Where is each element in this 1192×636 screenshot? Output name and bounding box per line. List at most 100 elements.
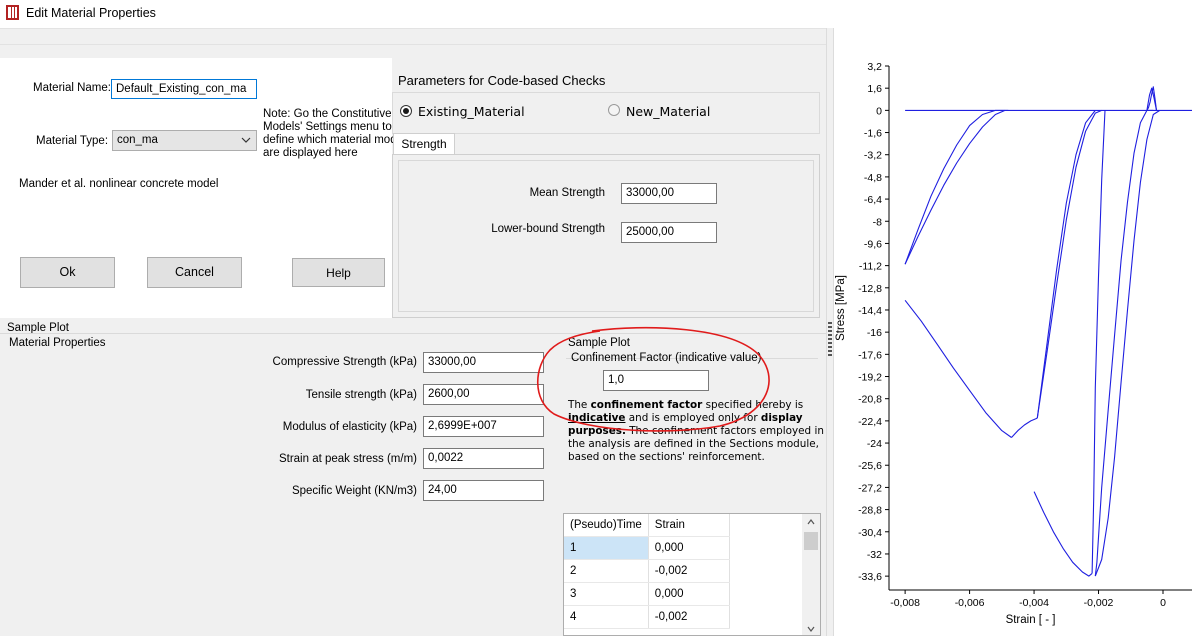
y-tick-label: 3,2 [867,61,882,73]
y-tick-label: -1,6 [864,128,882,140]
x-tick-label: -0,006 [955,597,985,609]
y-tick-label: -12,8 [858,283,882,295]
table-row[interactable]: 1 0,000 [564,536,730,560]
table-scrollbar[interactable] [802,514,820,635]
y-tick-label: 1,6 [867,83,882,95]
x-axis-title: Strain [ - ] [1006,614,1056,626]
modulus-elasticity-input[interactable]: 2,6999E+007 [423,416,544,437]
x-tick-label: -0,004 [1019,597,1049,609]
table-cell[interactable]: 0,000 [648,582,730,606]
y-tick-label: -30,4 [858,527,882,539]
mean-strength-input[interactable]: 33000,00 [621,183,717,204]
series-line [904,109,1006,265]
note-text: the analysis are defined in the Sections… [568,438,819,450]
note-text: based on the sections' reinforcement. [568,451,765,463]
table-header: Strain [648,514,730,537]
compressive-strength-input[interactable]: 33000,00 [423,352,544,373]
chevron-down-icon [241,137,251,143]
red-annotation-circle [536,326,770,432]
table-cell[interactable]: 1 [564,536,649,560]
y-tick-label: -28,8 [858,505,882,517]
y-tick-label: -16 [867,327,882,339]
y-tick-label: -14,4 [858,305,882,317]
models-note-line: Note: Go the Constitutive [263,108,392,120]
specific-weight-input[interactable]: 24,00 [423,480,544,501]
scroll-thumb[interactable] [804,532,818,550]
ok-button[interactable]: Ok [20,257,115,288]
code-checks-title: Parameters for Code-based Checks [398,73,606,88]
code-checks-group: Parameters for Code-based Checks Existin… [392,68,820,318]
material-name-label: Material Name: [33,82,111,94]
series-line [1091,110,1106,574]
window-title: Edit Material Properties [26,6,156,20]
title-bar: Edit Material Properties [0,0,1192,29]
strength-inner-box [398,160,814,312]
model-description: Mander et al. nonlinear concrete model [19,178,219,190]
tab-strength[interactable]: Strength [393,133,455,154]
models-note-line: define which material mode [263,134,393,146]
splitter-grip-icon [828,322,832,356]
y-tick-label: -33,6 [858,571,882,583]
series-line [1036,109,1102,419]
modulus-elasticity-label: Modulus of elasticity (kPa) [282,421,417,433]
y-axis-title: Stress [MPa] [835,275,847,341]
radio-new-label: New_Material [626,104,711,119]
time-strain-table[interactable]: (Pseudo)Time Strain 1 0,000 2 -0,002 3 0… [563,513,821,636]
radio-existing-label: Existing_Material [418,104,525,119]
y-tick-label: -27,2 [858,482,882,494]
lower-bound-input[interactable]: 25000,00 [621,222,717,243]
x-tick-label: -0,008 [890,597,920,609]
models-note-line: Models' Settings menu to [263,121,392,133]
models-note-line: are displayed here [263,147,358,159]
table-cell[interactable]: -0,002 [648,559,730,583]
table-cell[interactable]: -0,002 [648,605,730,629]
y-tick-label: -4,8 [864,172,882,184]
y-tick-label: -6,4 [864,194,882,206]
material-type-select[interactable]: con_ma [112,130,257,151]
table-cell[interactable]: 3 [564,582,649,606]
y-tick-label: -24 [867,438,882,450]
table-row[interactable]: 2 -0,002 [564,559,730,583]
cancel-button[interactable]: Cancel [147,257,242,288]
strain-peak-stress-label: Strain at peak stress (m/m) [278,453,417,465]
compressive-strength-label: Compressive Strength (kPa) [272,356,417,368]
table-row[interactable]: 4 -0,002 [564,605,730,629]
y-tick-label: -32 [867,549,882,561]
series-line [1011,417,1038,438]
specific-weight-label: Specific Weight (KN/m3) [291,485,417,497]
y-tick-label: -3,2 [864,150,882,162]
y-tick-label: -17,6 [858,349,882,361]
y-tick-label: -22,4 [858,416,882,428]
tensile-strength-label: Tensile strength (kPa) [305,389,417,401]
table-row[interactable]: 3 0,000 [564,582,730,606]
lower-bound-label: Lower-bound Strength [491,223,605,235]
app-icon [6,5,19,20]
tensile-strength-input[interactable]: 2600,00 [423,384,544,405]
table-cell[interactable]: 2 [564,559,649,583]
y-tick-label: -25,6 [858,460,882,472]
radio-selected-icon [400,105,412,117]
mean-strength-label: Mean Strength [529,187,605,199]
top-divider [0,44,826,45]
y-tick-label: -11,2 [859,261,882,273]
radio-existing[interactable]: Existing_Material [400,103,550,121]
strain-peak-stress-input[interactable]: 0,0022 [423,448,544,469]
y-tick-label: -8 [873,216,882,228]
scroll-down-icon[interactable] [807,626,815,632]
series-line [1036,110,1096,419]
scroll-up-icon[interactable] [807,519,815,525]
material-type-value: con_ma [117,134,158,146]
help-button[interactable]: Help [292,258,385,287]
table-cell[interactable]: 0,000 [648,536,730,560]
table-cell[interactable]: 4 [564,605,649,629]
material-type-label: Material Type: [36,135,109,147]
series-line [904,109,1009,265]
radio-new[interactable]: New_Material [608,103,758,121]
table-grid: (Pseudo)Time Strain 1 0,000 2 -0,002 3 0… [564,514,730,629]
strength-tab-panel: Mean Strength 33000,00 Lower-bound Stren… [392,154,820,318]
table-header: (Pseudo)Time [564,514,649,537]
material-name-input[interactable]: Default_Existing_con_ma [111,79,257,99]
series-line [1094,109,1161,577]
models-note: Note: Go the Constitutive Models' Settin… [263,108,393,160]
x-tick-label: -0,002 [1084,597,1114,609]
